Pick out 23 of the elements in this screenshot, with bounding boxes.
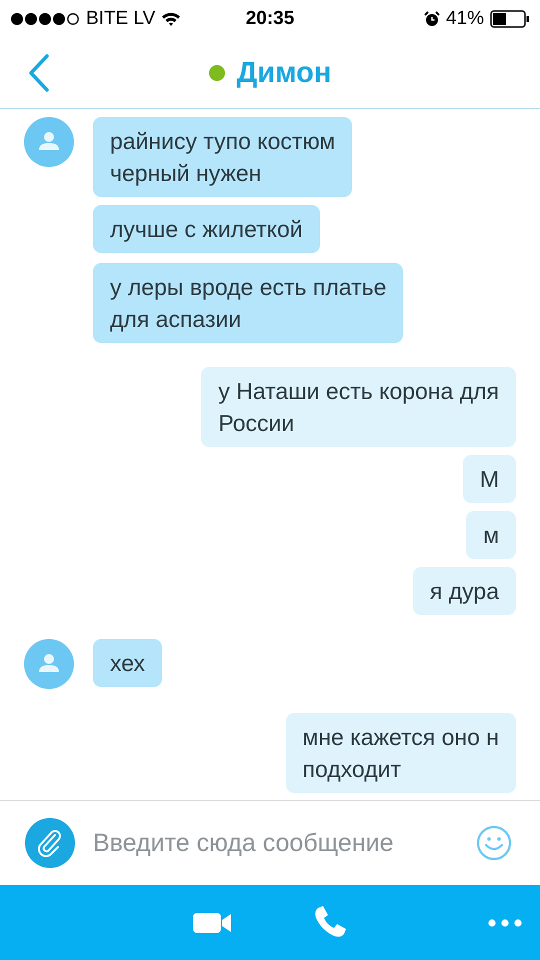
message-bubble: у Наташи есть корона для России [201,367,516,447]
message-bubble: м [466,511,516,559]
video-camera-icon[interactable] [193,912,233,934]
message-input[interactable]: Введите сюда сообщение [93,824,458,862]
message-bubble: лучше с жилеткой [93,205,320,253]
message-bubble: хех [93,639,162,687]
clock-time: 20:35 [246,8,294,30]
wifi-icon [161,11,182,27]
message-bubble: я дура [412,567,516,615]
paperclip-icon[interactable] [25,818,75,868]
signal-icon [10,12,80,26]
message-bubble: М [462,455,516,503]
message-bubble: у леры вроде есть платье для аспазии [93,263,404,343]
contact-name: Димон [236,56,332,90]
battery-percent: 41% [446,8,484,30]
smiley-icon[interactable] [476,825,512,861]
message-bubble: райнису тупо костюм черный нужен [93,117,352,197]
more-icon[interactable] [488,919,522,927]
carrier-name: BITE LV [86,8,156,30]
message-bubble: мне кажется оно н подходит [286,713,516,793]
phone-icon[interactable] [313,905,347,939]
battery-icon [490,10,530,28]
back-icon[interactable] [28,54,50,92]
